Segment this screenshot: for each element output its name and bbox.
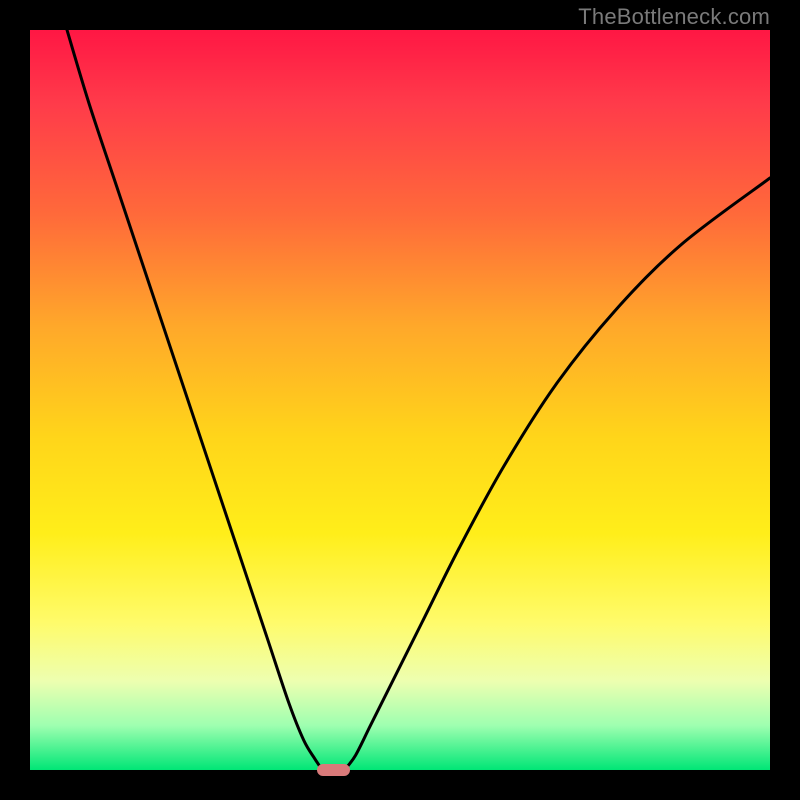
curve-right-branch xyxy=(345,178,771,770)
vertex-marker xyxy=(317,764,350,776)
bottleneck-curve xyxy=(30,30,770,770)
chart-frame: TheBottleneck.com xyxy=(0,0,800,800)
plot-area xyxy=(30,30,770,770)
curve-left-branch xyxy=(67,30,322,770)
watermark-text: TheBottleneck.com xyxy=(578,4,770,30)
